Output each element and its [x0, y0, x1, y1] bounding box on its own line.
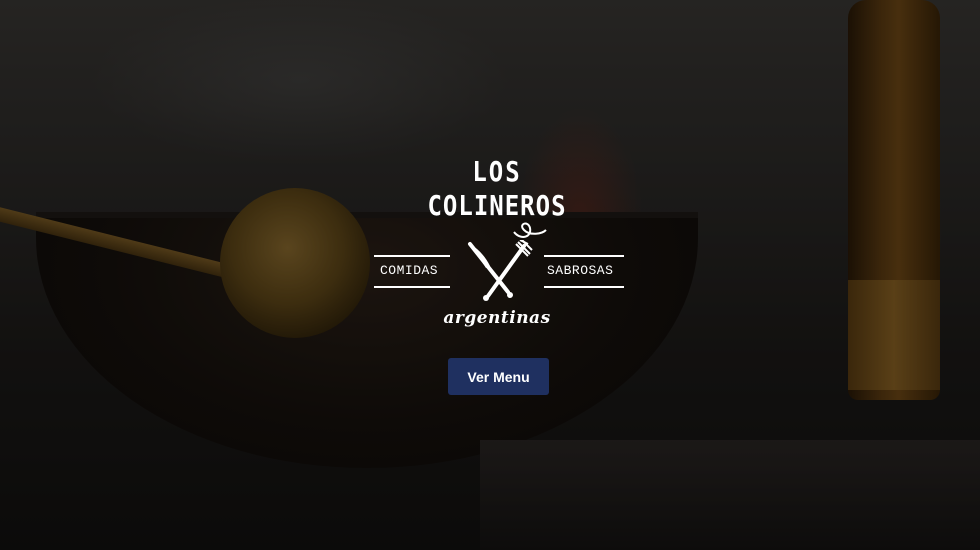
- logo-rule-right-bottom: [544, 286, 624, 288]
- logo-tag-sabrosas: SABROSAS: [547, 263, 614, 278]
- logo-tag-comidas: COMIDAS: [380, 263, 439, 278]
- view-menu-button[interactable]: Ver Menu: [448, 358, 549, 395]
- fork-knife-icon: [468, 240, 533, 301]
- logo-line-colineros: COLINEROS: [427, 189, 567, 223]
- swash-icon: [513, 222, 547, 238]
- logo-line-los: LOS: [472, 155, 522, 189]
- logo-script-argentinas: argentinas: [443, 308, 551, 328]
- logo-rule-left-bottom: [374, 286, 450, 288]
- brand-logo: LOS COLINEROS COMIDAS SABROSAS argentina…: [360, 150, 640, 340]
- logo-rule-right-top: [544, 255, 624, 257]
- logo-rule-left-top: [374, 255, 450, 257]
- hero-section: LOS COLINEROS COMIDAS SABROSAS argentina…: [0, 0, 980, 550]
